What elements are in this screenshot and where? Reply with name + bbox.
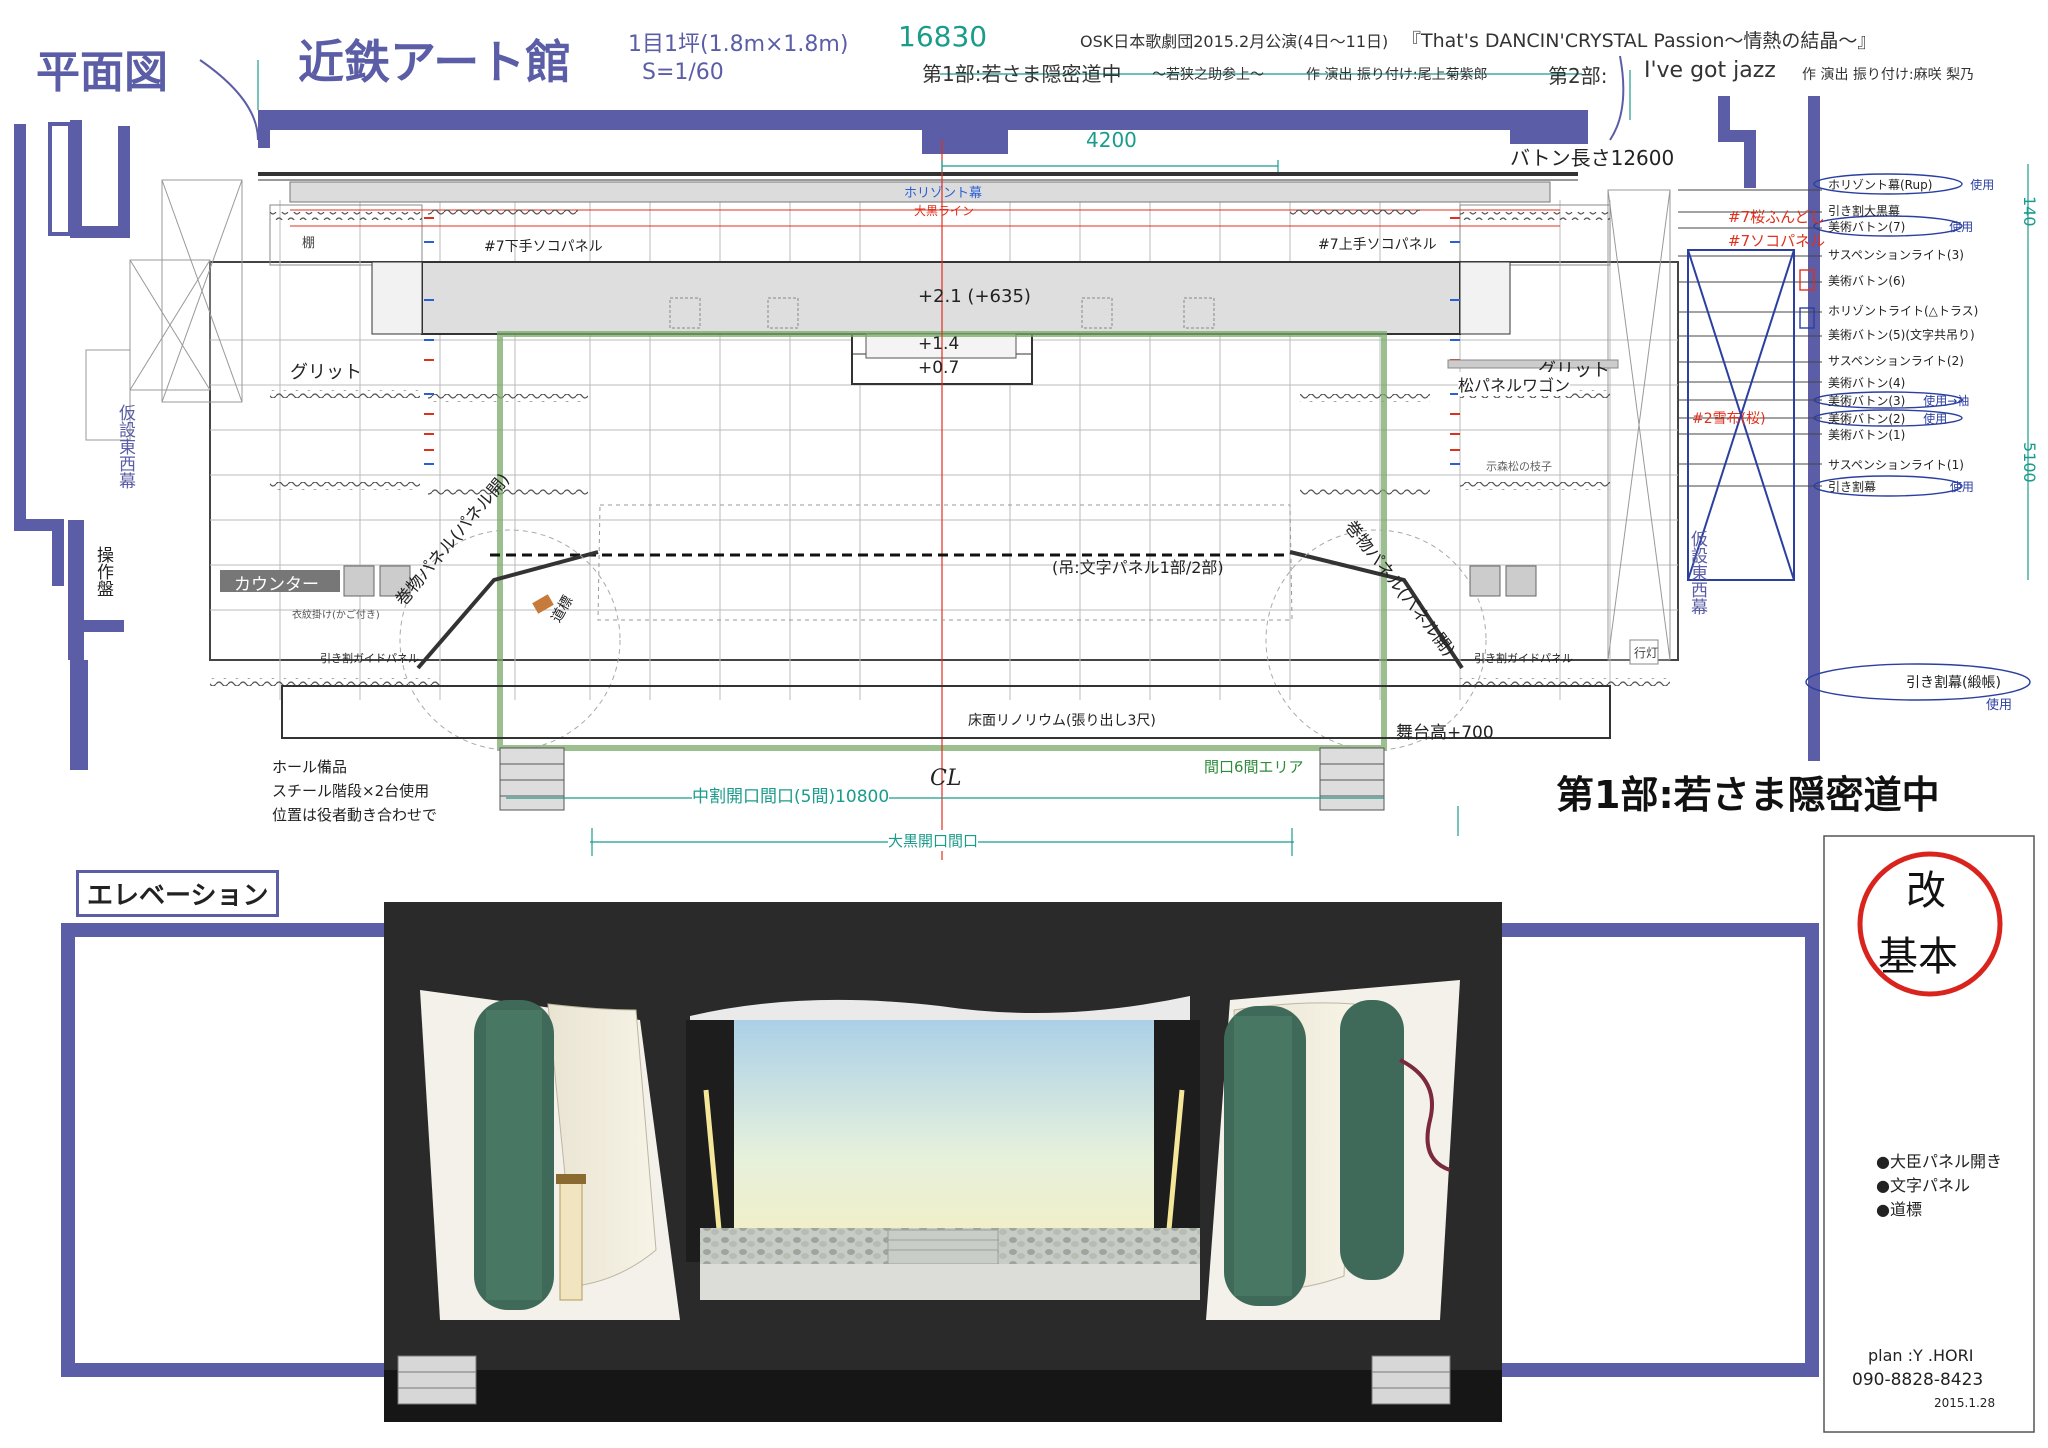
stamp-bottom: 基本 xyxy=(1878,934,1958,980)
temp-curtain-right: 仮設東西幕 xyxy=(1687,530,1707,615)
hall-note-2: スチール階段×2台使用 xyxy=(272,782,430,800)
plan-date: 2015.1.28 xyxy=(1934,1396,1996,1410)
elevation-bullet: ●文字パネル xyxy=(1876,1176,1970,1195)
platform-low-height: +0.7 xyxy=(918,358,960,378)
batten-list: ホリゾント幕(Rup) 使用 引き割大黒幕 美術バトン(7) 使用 サスペンショ… xyxy=(1828,0,2048,720)
red-note-snow-cloth: #2雪布(桜) xyxy=(1692,411,1766,427)
elevation-bullet: ●道標 xyxy=(1876,1200,1922,1219)
temp-curtain-left: 仮設東西幕 xyxy=(115,404,135,489)
show-title: 『That's DANCIN'CRYSTAL Passion〜情熱の結晶〜』 xyxy=(1402,30,1877,52)
door-swing-right xyxy=(1609,55,1625,141)
batten-item: サスペンションライト(3) xyxy=(1828,248,1964,262)
floor-linoleum-label: 床面リノリウム(張り出し3尺) xyxy=(968,713,1156,729)
elevation-label-text: エレベーション xyxy=(87,881,269,911)
batten-item: 引き割幕(緞帳) xyxy=(1906,675,2001,691)
part2-label: 第2部: xyxy=(1548,64,1608,88)
horizon-curtain-label: ホリゾント幕 xyxy=(904,186,983,201)
part2-title: I've got jazz xyxy=(1644,58,1776,83)
naka-opening-label: 中割開口間口(5間)10800 xyxy=(692,782,890,807)
batten-item: ホリゾントライト(△トラス) xyxy=(1828,304,1979,318)
platform-mid-height: +1.4 xyxy=(918,334,960,354)
batten-item: 美術バトン(2) 使用 xyxy=(1828,412,1948,426)
kamisode-label: 棚 xyxy=(302,236,316,251)
control-panel-label: 操作盤 xyxy=(93,546,113,597)
batten-item: ホリゾント幕(Rup) 使用 xyxy=(1828,178,1995,192)
stamp-top: 改 xyxy=(1906,868,1946,914)
guide-panel-left: 引き割ガイドパネル xyxy=(320,652,419,665)
okuro-line-label: 大黒ライン xyxy=(914,204,975,218)
counter-label: カウンター xyxy=(234,575,319,595)
batten-item-note: 使用 xyxy=(1986,698,2013,713)
counter-sub: 衣紋掛け(かご付き) xyxy=(292,610,380,621)
opening-6ken-label: 間口6間エリア xyxy=(1204,758,1304,776)
scroll-panels-plan xyxy=(399,504,1487,751)
platform-top-height: +2.1 (+635) xyxy=(918,286,1031,307)
part1-sub: 〜若狭之助参上〜 xyxy=(1152,67,1264,83)
batten-item: 引き割大黒幕 xyxy=(1828,204,1901,218)
batten-item: 美術バトン(1) xyxy=(1828,428,1906,442)
scale-label: S=1/60 xyxy=(642,60,724,85)
part1-big-label: 第1部:若さま隠密道中 xyxy=(1556,773,1940,817)
elevation-label: エレベーション xyxy=(76,870,280,917)
batten-item: サスペンションライト(1) xyxy=(1828,458,1964,472)
company-line: OSK日本歌劇団2015.2月公演(4日〜11日) xyxy=(1080,32,1389,51)
batten-item: 美術バトン(4) xyxy=(1828,376,1906,390)
venue-name: 近鉄アート館 xyxy=(298,35,572,89)
hall-note-3: 位置は役者動き合わせで xyxy=(272,806,438,824)
soko-panel-right: #7上手ソコパネル xyxy=(1318,237,1437,253)
stage-height-label: 舞台高+700 xyxy=(1396,723,1494,743)
soko-panel-left: #7下手ソコパネル xyxy=(484,239,603,255)
batten-length: バトン長さ12600 xyxy=(1510,146,1675,170)
page-title: 平面図 xyxy=(36,47,168,98)
part1-label: 第1部:若さま隠密道中 xyxy=(922,62,1122,86)
elevation-bullet: ●大臣パネル開き xyxy=(1876,1152,2002,1171)
elevation-render xyxy=(384,902,1502,1422)
grid-note: 1目1坪(1.8m×1.8m) xyxy=(628,32,849,57)
grid-left-label: グリット xyxy=(290,362,362,383)
batten-item: 美術バトン(7) 使用 xyxy=(1828,220,1974,234)
red-note-sakura-fundoshi: #7桜ふんどし xyxy=(1728,208,1825,226)
hall-note-1: ホール備品 xyxy=(272,758,348,776)
batten-item: 美術バトン(5)(文字共吊り) xyxy=(1828,328,1975,342)
center-line-label: CL xyxy=(930,766,962,791)
side-note-right: 示森松の枝子 xyxy=(1486,460,1552,473)
batten-item: 美術バトン(3) 使用→袖 xyxy=(1828,394,1970,408)
plan-author: plan :Y .HORI xyxy=(1868,1346,1974,1365)
batten-item: 引き割幕 使用 xyxy=(1828,480,1974,494)
width-dimension: 16830 xyxy=(898,20,988,53)
right-building-wall xyxy=(1718,96,1820,761)
rear-wall xyxy=(258,110,1588,181)
okuro-opening-label: 大黒開口間口 xyxy=(888,830,979,851)
guide-panel-right: 引き割ガイドパネル xyxy=(1474,652,1573,665)
batten-item: サスペンションライト(2) xyxy=(1828,354,1964,368)
door-swing xyxy=(199,59,259,141)
phone-number: 090-8828-8423 xyxy=(1852,1370,1984,1390)
batten-item: 美術バトン(6) xyxy=(1828,274,1906,288)
matsu-wagon-label: 松パネルワゴン xyxy=(1458,372,1571,396)
dim-4200: 4200 xyxy=(1086,128,1137,152)
part1-credit: 作 演出 振り付け:尾上菊紫郎 xyxy=(1306,67,1488,83)
text-panel-hanging: (吊:文字パネル1部/2部) xyxy=(1052,558,1224,577)
red-note-soko-panel: #7ソコパネル xyxy=(1728,232,1826,250)
andon-label: 行灯 xyxy=(1634,646,1659,660)
